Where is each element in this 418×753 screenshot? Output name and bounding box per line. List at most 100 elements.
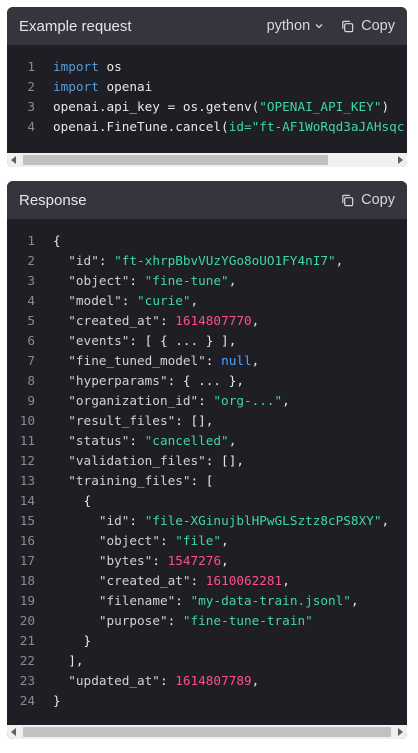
code-line: 11 "status": "cancelled", bbox=[7, 431, 407, 451]
code-token: "created_at" bbox=[98, 573, 191, 588]
code-token: ], bbox=[53, 653, 84, 668]
code-token: : bbox=[159, 533, 176, 548]
response-code-block[interactable]: 1{2 "id": "ft-xhrpBbvVUzYGo8oUO1FY4nI7",… bbox=[7, 231, 407, 711]
line-number: 13 bbox=[19, 473, 35, 488]
code-line: 17 "bytes": 1547276, bbox=[7, 551, 407, 571]
chevron-down-icon bbox=[315, 24, 323, 29]
code-token: : bbox=[198, 393, 214, 408]
code-token: , bbox=[251, 673, 260, 688]
code-token: "purpose" bbox=[98, 613, 168, 628]
code-text: { bbox=[53, 491, 92, 511]
scroll-right-arrow-icon[interactable] bbox=[398, 156, 403, 164]
code-token: openai.FineTune.cancel( bbox=[53, 119, 229, 134]
code-token: "OPENAI_API_KEY" bbox=[259, 99, 382, 114]
code-token: "model" bbox=[68, 293, 122, 308]
code-text: openai.api_key = os.getenv("OPENAI_API_K… bbox=[53, 97, 389, 117]
request-scroll-thumb[interactable] bbox=[23, 155, 328, 165]
code-text: "result_files": [], bbox=[53, 411, 213, 431]
response-panel-header: Response Copy bbox=[7, 181, 407, 219]
code-text: "filename": "my-data-train.jsonl", bbox=[53, 591, 359, 611]
request-horizontal-scrollbar[interactable] bbox=[7, 153, 407, 167]
code-token: : bbox=[167, 613, 183, 628]
code-token: : [ bbox=[190, 473, 214, 488]
code-token: , bbox=[221, 553, 229, 568]
code-text: "created_at": 1610062281, bbox=[53, 571, 290, 591]
code-token: ) bbox=[381, 99, 390, 114]
code-line: 12 "validation_files": [], bbox=[7, 451, 407, 471]
code-token: } bbox=[53, 693, 61, 708]
copy-icon bbox=[342, 20, 354, 32]
line-number: 5 bbox=[27, 313, 35, 328]
response-copy-button[interactable]: Copy bbox=[340, 192, 395, 208]
scroll-right-arrow-icon[interactable] bbox=[398, 728, 403, 736]
code-token: openai bbox=[98, 79, 153, 94]
request-panel-header: Example request python Copy bbox=[7, 7, 407, 45]
code-line: 21 } bbox=[7, 631, 407, 651]
code-text: "events": [ { ... } ], bbox=[53, 331, 236, 351]
code-text: "id": "ft-xhrpBbvVUzYGo8oUO1FY4nI7", bbox=[53, 251, 343, 271]
code-text: "id": "file-XGinujblHPwGLSztz8cPS8XY", bbox=[53, 511, 389, 531]
code-token: , bbox=[221, 533, 229, 548]
line-number: 21 bbox=[19, 633, 35, 648]
code-line: 1 import os bbox=[7, 57, 407, 77]
code-line: 9 "organization_id": "org-...", bbox=[7, 391, 407, 411]
code-text: ], bbox=[53, 651, 84, 671]
code-text: "bytes": 1547276, bbox=[53, 551, 229, 571]
language-dropdown[interactable]: python bbox=[267, 18, 325, 34]
code-token: : [ { ... } ], bbox=[129, 333, 237, 348]
code-token: "object" bbox=[98, 533, 160, 548]
code-token: 1547276 bbox=[167, 553, 222, 568]
code-token: } bbox=[53, 633, 92, 648]
code-token: , bbox=[251, 353, 260, 368]
code-token: "file-XGinujblHPwGLSztz8cPS8XY" bbox=[144, 513, 382, 528]
code-token: "validation_files" bbox=[68, 453, 206, 468]
code-token: : bbox=[159, 313, 176, 328]
code-line: 3 openai.api_key = os.getenv("OPENAI_API_… bbox=[7, 97, 407, 117]
copy-icon bbox=[342, 194, 354, 206]
code-token: "file" bbox=[175, 533, 222, 548]
code-token: : bbox=[98, 253, 115, 268]
line-number: 17 bbox=[19, 553, 35, 568]
code-token: "result_files" bbox=[68, 413, 176, 428]
request-copy-button[interactable]: Copy bbox=[340, 18, 395, 34]
code-token: "ft-AF1WoRqd3aJAHsqc bbox=[251, 119, 405, 134]
line-number: 3 bbox=[27, 273, 35, 288]
code-text: "model": "curie", bbox=[53, 291, 198, 311]
code-token: 1610062281 bbox=[205, 573, 283, 588]
line-number: 10 bbox=[19, 413, 35, 428]
code-line: 10 "result_files": [], bbox=[7, 411, 407, 431]
code-token: : bbox=[129, 433, 145, 448]
code-token: import bbox=[53, 59, 99, 74]
line-number: 15 bbox=[19, 513, 35, 528]
code-token: import bbox=[53, 79, 99, 94]
example-request-panel: Example request python Copy 1 import os 2 i… bbox=[7, 7, 407, 167]
response-horizontal-scrollbar[interactable] bbox=[7, 725, 407, 739]
code-token: "training_files" bbox=[68, 473, 191, 488]
language-label: python bbox=[266, 18, 311, 34]
scroll-left-arrow-icon[interactable] bbox=[11, 156, 16, 164]
code-text: "hyperparams": { ... }, bbox=[53, 371, 244, 391]
code-token: "cancelled" bbox=[144, 433, 229, 448]
code-token: "events" bbox=[68, 333, 130, 348]
code-token: , bbox=[282, 393, 290, 408]
code-token: { bbox=[53, 233, 61, 248]
code-token: , bbox=[381, 513, 390, 528]
code-line: 3 "object": "fine-tune", bbox=[7, 271, 407, 291]
code-line: 4 "model": "curie", bbox=[7, 291, 407, 311]
line-number: 1 bbox=[27, 233, 35, 248]
response-scroll-thumb[interactable] bbox=[23, 727, 391, 737]
request-code-block[interactable]: 1 import os 2 import openai 3 openai.api_key … bbox=[7, 57, 407, 147]
code-token: "object" bbox=[68, 273, 130, 288]
scroll-left-arrow-icon[interactable] bbox=[11, 728, 16, 736]
request-panel-title: Example request bbox=[19, 17, 132, 35]
code-line: 4 openai.FineTune.cancel(id="ft-AF1WoRqd3… bbox=[7, 117, 407, 137]
code-token: "updated_at" bbox=[68, 673, 160, 688]
code-text: "status": "cancelled", bbox=[53, 431, 236, 451]
